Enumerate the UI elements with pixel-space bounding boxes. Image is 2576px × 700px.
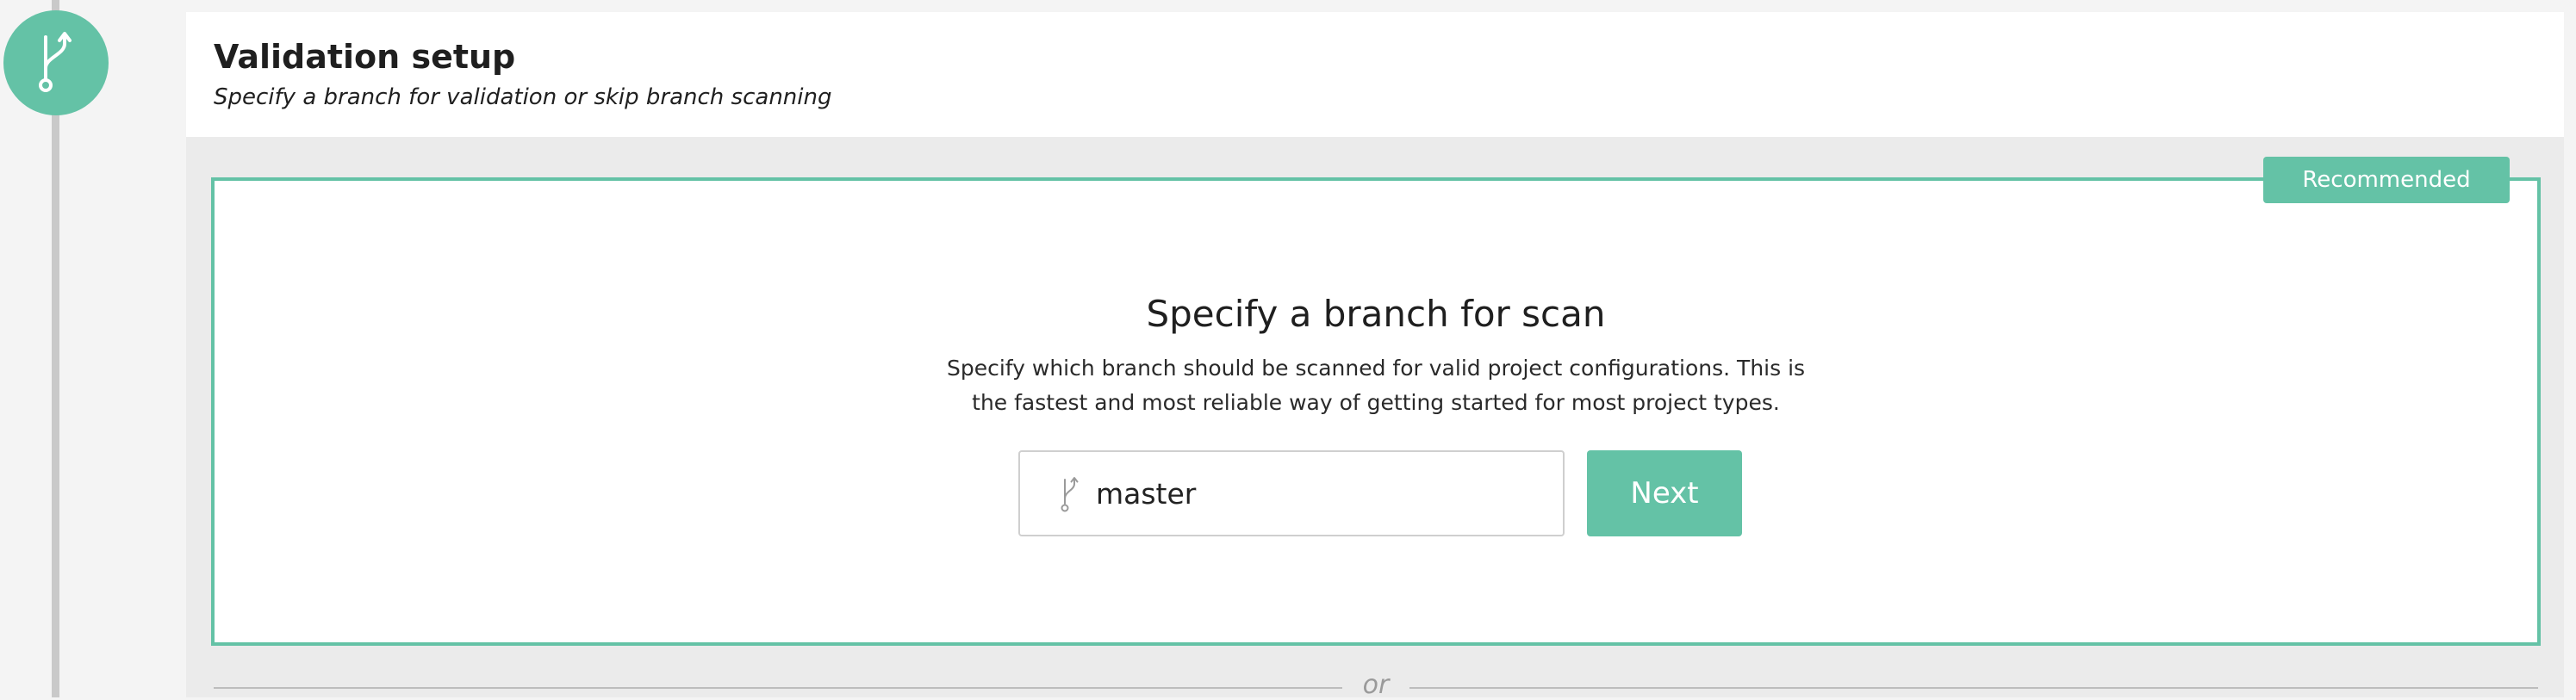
option-description-line: the fastest and most reliable way of get…	[972, 390, 1780, 415]
panel-header: Validation setup Specify a branch for va…	[186, 12, 2564, 137]
page-subtitle: Specify a branch for validation or skip …	[214, 84, 832, 110]
step-indicator	[3, 10, 109, 115]
option-description-line: Specify which branch should be scanned f…	[946, 356, 1806, 381]
branch-scan-option: Specify a branch for scan Specify which …	[211, 177, 2541, 646]
option-title: Specify a branch for scan	[1146, 293, 1606, 335]
branch-input-field[interactable]	[1018, 450, 1565, 536]
divider-or-label: or	[1362, 670, 1390, 700]
git-branch-icon	[39, 32, 72, 92]
divider-line	[214, 687, 1342, 689]
branch-input[interactable]	[1096, 452, 1544, 535]
next-button[interactable]: Next	[1587, 450, 1742, 536]
option-description: Specify which branch should be scanned f…	[945, 351, 1807, 420]
recommended-badge: Recommended	[2263, 157, 2510, 203]
page-title: Validation setup	[214, 38, 516, 76]
divider-line	[1409, 687, 2538, 689]
validation-setup-panel: Validation setup Specify a branch for va…	[186, 12, 2564, 700]
git-branch-icon	[1061, 477, 1079, 512]
